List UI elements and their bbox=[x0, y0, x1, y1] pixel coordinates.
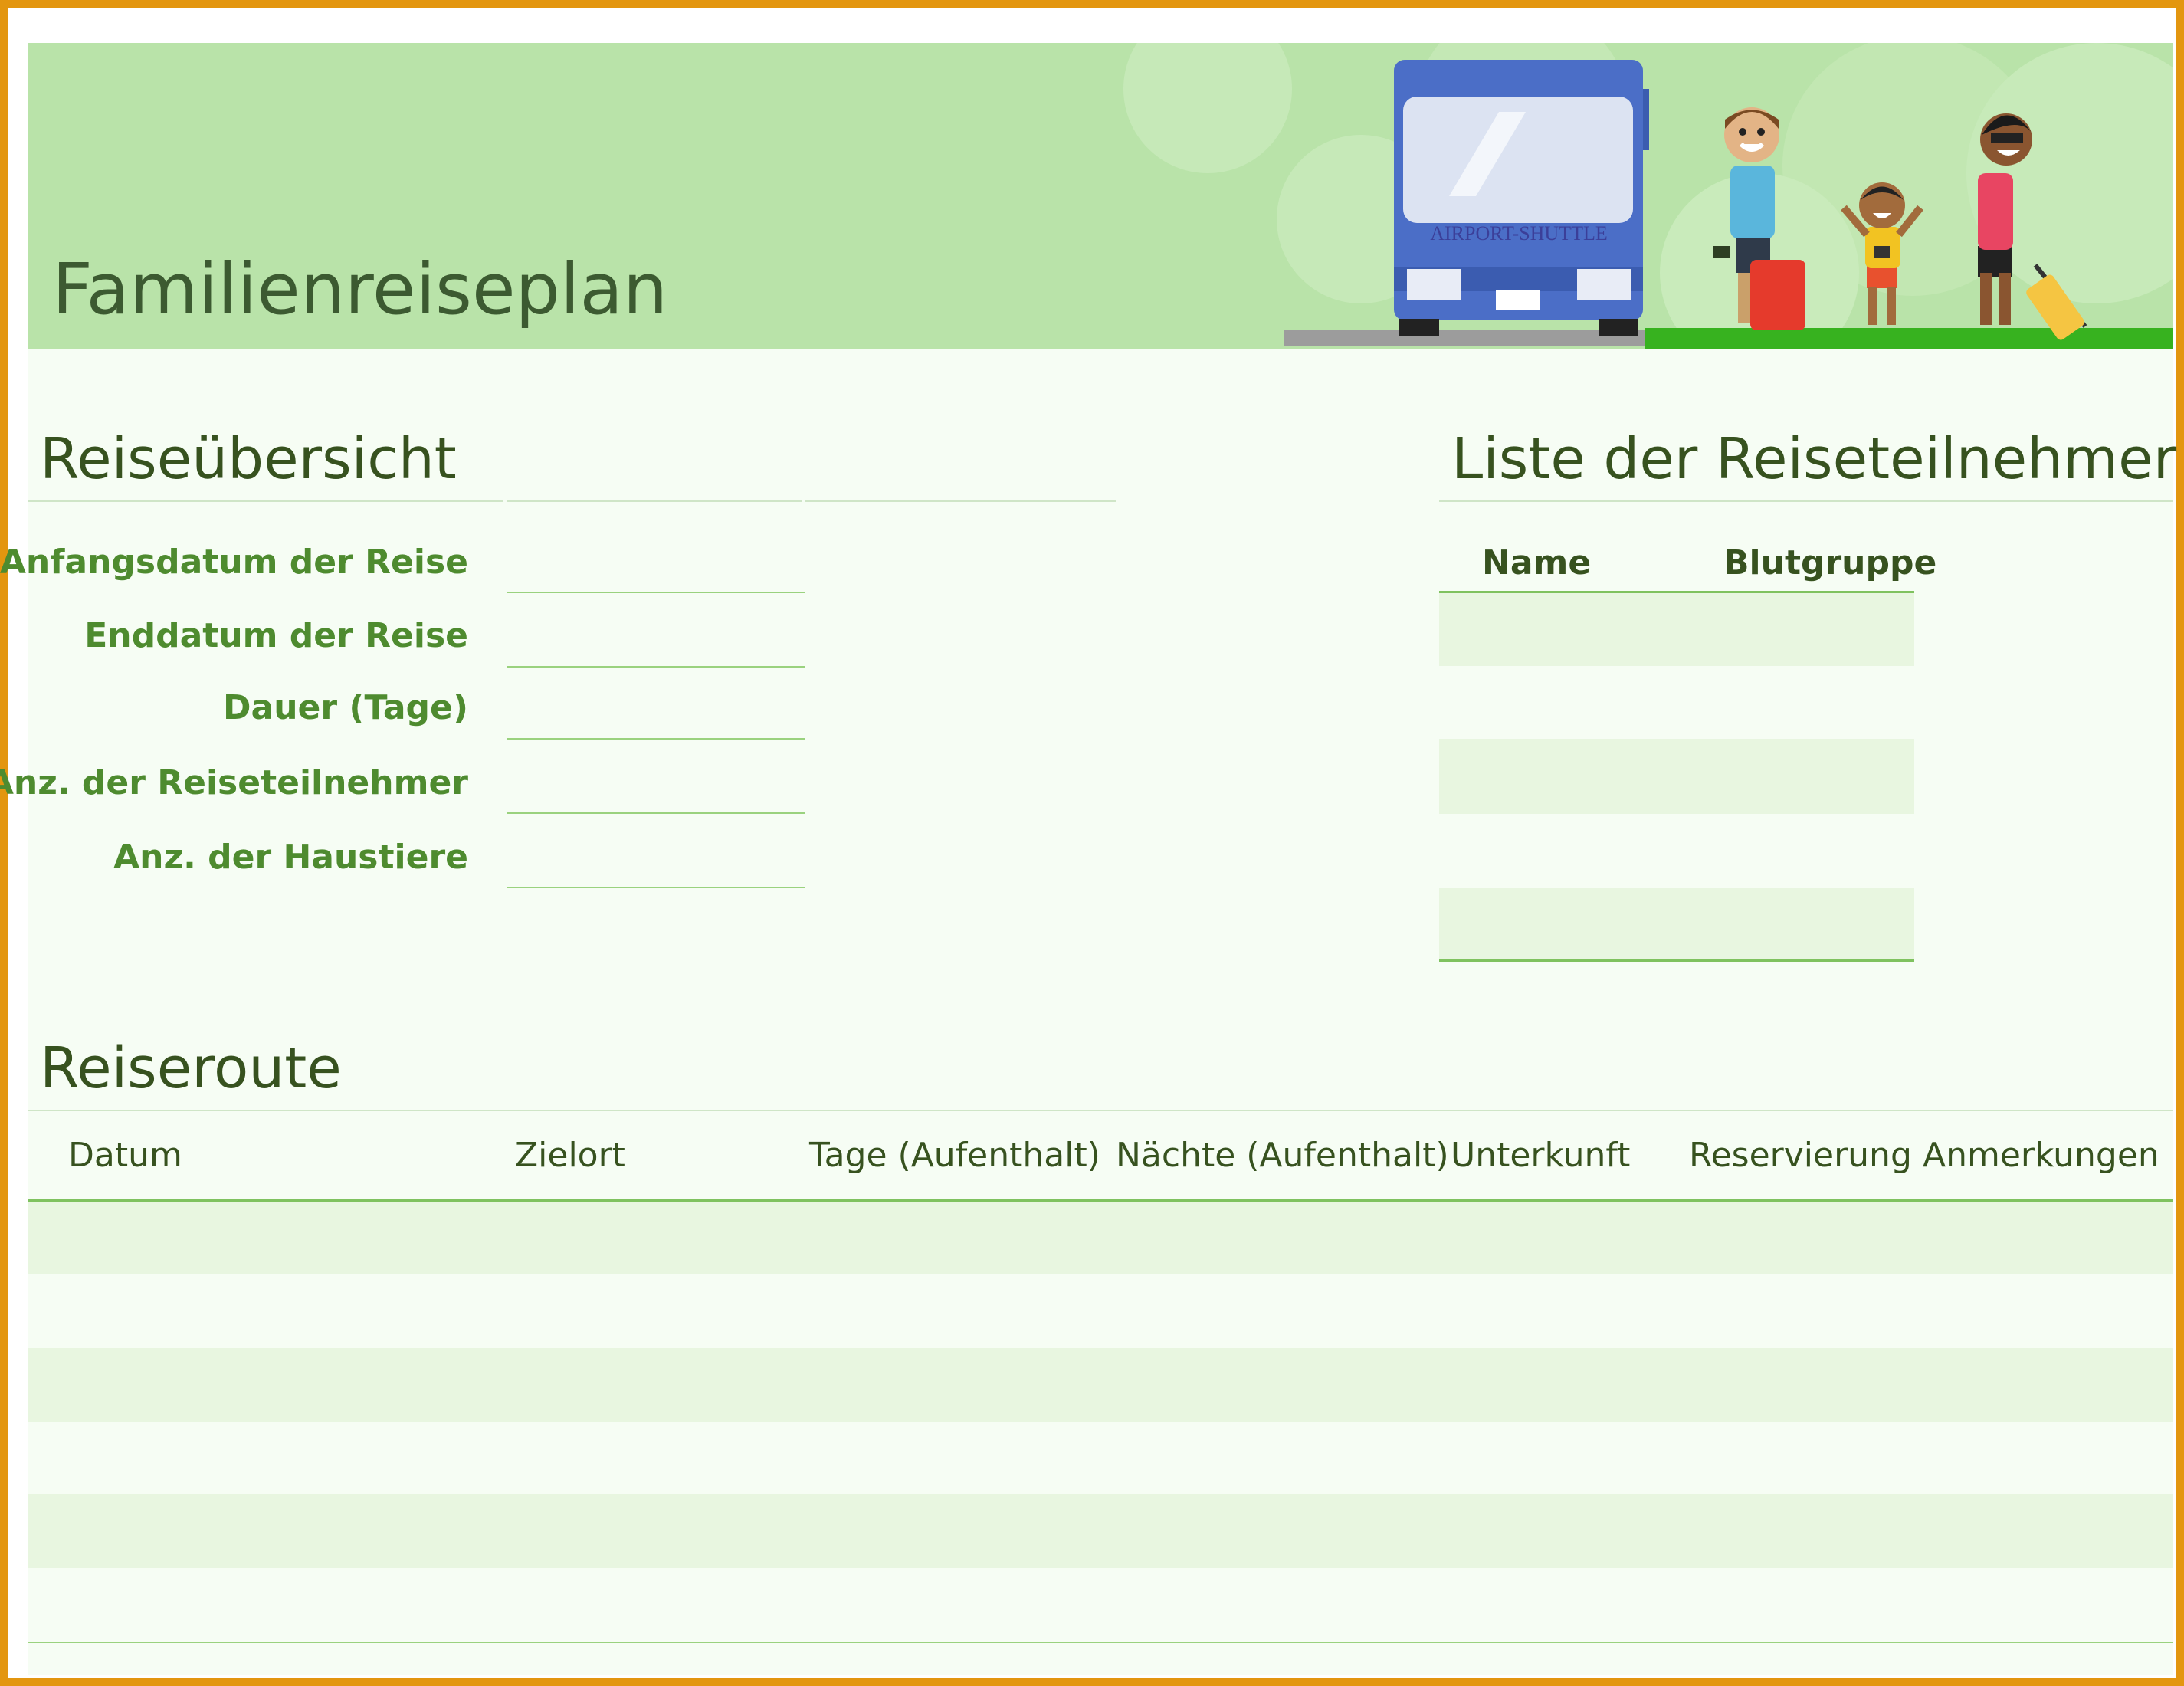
overview-heading-rule bbox=[28, 500, 503, 502]
participants-heading-rule bbox=[1439, 500, 2173, 502]
route-heading-rule bbox=[28, 1110, 2173, 1111]
field-underline bbox=[507, 592, 805, 593]
header-banner: AIRPORT-SHUTTLE Familienreiseplan bbox=[28, 43, 2173, 349]
overview-heading-rule bbox=[805, 500, 1116, 502]
participants-col-blood-type: Blutgruppe bbox=[1723, 543, 1937, 582]
route-row[interactable] bbox=[28, 1348, 2173, 1422]
route-col-reservation: Reservierung bbox=[1689, 1136, 1912, 1175]
participants-heading: Liste der Reiseteilnehmer bbox=[1451, 426, 2177, 492]
duration-field[interactable] bbox=[507, 688, 805, 734]
field-underline bbox=[507, 666, 805, 668]
route-row[interactable] bbox=[28, 1274, 2173, 1348]
participant-row[interactable] bbox=[1439, 666, 1914, 739]
bus-icon: AIRPORT-SHUTTLE bbox=[1394, 60, 1649, 336]
route-heading: Reiseroute bbox=[40, 1035, 342, 1101]
page-frame: AIRPORT-SHUTTLE Familienreiseplan Reiseü… bbox=[0, 0, 2184, 1686]
participant-row[interactable] bbox=[1439, 814, 1914, 888]
route-col-days: Tage (Aufenthalt) bbox=[809, 1136, 1100, 1175]
worksheet: AIRPORT-SHUTTLE Familienreiseplan Reiseü… bbox=[0, 43, 2177, 1675]
pets-count-field[interactable] bbox=[507, 837, 805, 883]
participant-row[interactable] bbox=[1439, 593, 1914, 666]
route-col-destination: Zielort bbox=[515, 1136, 625, 1175]
overview-label-pets: Anz. der Haustiere bbox=[113, 838, 468, 877]
overview-label-participants: Anz. der Reiseteilnehmer bbox=[0, 763, 468, 802]
overview-label-start-date: Anfangsdatum der Reise bbox=[0, 543, 468, 582]
route-bottom-rule bbox=[28, 1642, 2173, 1643]
field-underline bbox=[507, 738, 805, 740]
participant-row[interactable] bbox=[1439, 888, 1914, 961]
route-col-nights: Nächte (Aufenthalt) bbox=[1116, 1136, 1449, 1175]
participant-row[interactable] bbox=[1439, 739, 1914, 814]
route-row[interactable] bbox=[28, 1422, 2173, 1494]
overview-heading: Reiseübersicht bbox=[40, 426, 457, 492]
route-col-notes: Anmerkungen bbox=[1923, 1136, 2159, 1175]
start-date-field[interactable] bbox=[507, 541, 805, 587]
route-row[interactable] bbox=[28, 1568, 2173, 1641]
overview-label-duration: Dauer (Tage) bbox=[223, 688, 468, 727]
bus-sign: AIRPORT-SHUTTLE bbox=[1430, 222, 1608, 244]
route-row[interactable] bbox=[28, 1202, 2173, 1274]
route-col-date: Datum bbox=[68, 1136, 182, 1175]
participants-col-name: Name bbox=[1482, 543, 1592, 582]
field-underline bbox=[507, 887, 805, 888]
participants-count-field[interactable] bbox=[507, 762, 805, 808]
overview-label-end-date: Enddatum der Reise bbox=[84, 616, 468, 655]
route-row[interactable] bbox=[28, 1494, 2173, 1568]
participants-bottom-rule bbox=[1439, 959, 1914, 962]
end-date-field[interactable] bbox=[507, 615, 805, 661]
route-col-accommodation: Unterkunft bbox=[1451, 1136, 1631, 1175]
page-title: Familienreiseplan bbox=[52, 248, 668, 330]
field-underline bbox=[507, 812, 805, 814]
overview-heading-rule bbox=[507, 500, 802, 502]
